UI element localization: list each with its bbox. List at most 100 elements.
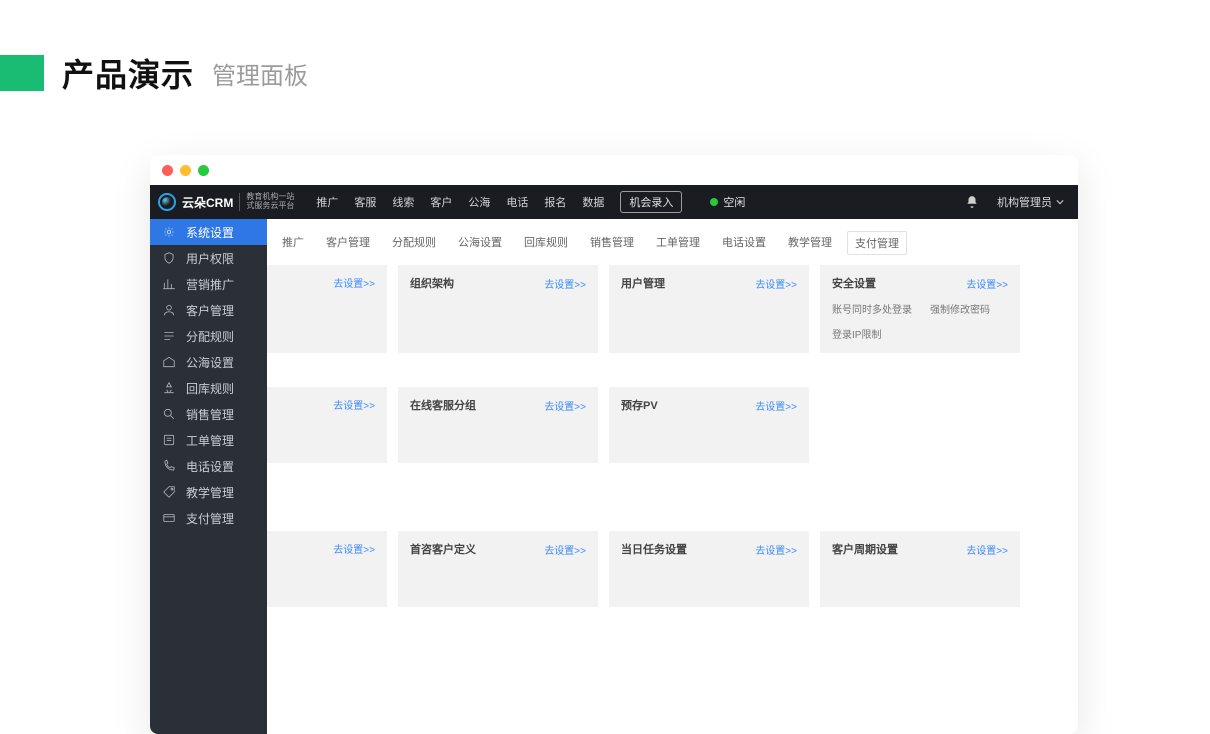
go-settings-link[interactable]: 去设置>>: [333, 397, 375, 412]
logo-text: 云朵CRM: [182, 194, 233, 211]
go-settings-link[interactable]: 去设置>>: [755, 398, 797, 413]
settings-card: 去设置>>: [267, 265, 387, 353]
sidebar-item-支付管理[interactable]: 支付管理: [150, 505, 267, 531]
tab-公海设置[interactable]: 公海设置: [451, 231, 509, 255]
bell-icon[interactable]: [965, 195, 979, 209]
pool-icon: [162, 355, 176, 369]
card-title: 客户周期设置: [832, 541, 898, 557]
pay-icon: [162, 511, 176, 525]
sidebar: 系统设置用户权限营销推广客户管理分配规则公海设置回库规则销售管理工单管理电话设置…: [150, 219, 267, 734]
sidebar-item-系统设置[interactable]: 系统设置: [150, 219, 267, 245]
go-settings-link[interactable]: 去设置>>: [966, 276, 1008, 291]
settings-card: 用户管理 去设置>>: [609, 265, 809, 353]
status-dot-icon: [710, 198, 718, 206]
settings-card: 客户周期设置 去设置>>: [820, 531, 1020, 607]
content: 推广客户管理分配规则公海设置回库规则销售管理工单管理电话设置教学管理支付管理 去…: [267, 219, 1078, 734]
tab-电话设置[interactable]: 电话设置: [715, 231, 773, 255]
go-settings-link[interactable]: 去设置>>: [544, 398, 586, 413]
sidebar-item-label: 用户权限: [186, 250, 234, 267]
nav-item[interactable]: 报名: [544, 194, 566, 210]
card-title: 在线客服分组: [410, 397, 476, 413]
nav-item[interactable]: 公海: [468, 194, 490, 210]
tabs-row: 推广客户管理分配规则公海设置回库规则销售管理工单管理电话设置教学管理支付管理: [267, 219, 1078, 265]
card-title: 用户管理: [621, 275, 665, 291]
chart-icon: [162, 277, 176, 291]
sidebar-item-label: 公海设置: [186, 354, 234, 371]
tag-icon: [162, 485, 176, 499]
logo-area: 云朵CRM 教育机构一站 式服务云平台: [150, 185, 302, 219]
go-settings-link[interactable]: 去设置>>: [544, 542, 586, 557]
sidebar-item-label: 教学管理: [186, 484, 234, 501]
record-entry-button[interactable]: 机会录入: [620, 191, 682, 213]
sidebar-item-电话设置[interactable]: 电话设置: [150, 453, 267, 479]
accent-block: [0, 55, 44, 91]
cards-row: 去设置>>首咨客户定义去设置>>当日任务设置去设置>>客户周期设置去设置>>: [267, 531, 1078, 607]
sidebar-item-销售管理[interactable]: 销售管理: [150, 401, 267, 427]
user-label: 机构管理员: [997, 194, 1052, 210]
topnav: 推广 客服 线索 客户 公海 电话 报名 数据: [316, 194, 604, 210]
go-settings-link[interactable]: 去设置>>: [333, 541, 375, 556]
ticket-icon: [162, 433, 176, 447]
nav-item[interactable]: 客户: [430, 194, 452, 210]
go-settings-link[interactable]: 去设置>>: [755, 276, 797, 291]
settings-card: 组织架构去设置>>: [398, 265, 598, 353]
rule-icon: [162, 329, 176, 343]
sidebar-item-教学管理[interactable]: 教学管理: [150, 479, 267, 505]
tab-教学管理[interactable]: 教学管理: [781, 231, 839, 255]
sidebar-item-label: 支付管理: [186, 510, 234, 527]
sidebar-item-营销推广[interactable]: 营销推广: [150, 271, 267, 297]
sidebar-item-公海设置[interactable]: 公海设置: [150, 349, 267, 375]
go-settings-link[interactable]: 去设置>>: [966, 542, 1008, 557]
nav-item[interactable]: 数据: [582, 194, 604, 210]
person-icon: [162, 303, 176, 317]
logo-icon: [158, 193, 176, 211]
minimize-dot[interactable]: [180, 165, 191, 176]
sidebar-item-label: 客户管理: [186, 302, 234, 319]
go-settings-link[interactable]: 去设置>>: [755, 542, 797, 557]
page-heading: 产品演示 管理面板: [0, 50, 308, 96]
sidebar-item-label: 营销推广: [186, 276, 234, 293]
card-title: 首咨客户定义: [410, 541, 476, 557]
sidebar-item-label: 回库规则: [186, 380, 234, 397]
settings-card: 安全设置去设置>>账号同时多处登录强制修改密码登录IP限制: [820, 265, 1020, 353]
status-indicator: 空闲: [710, 194, 745, 210]
go-settings-link[interactable]: 去设置>>: [544, 276, 586, 291]
tab-工单管理[interactable]: 工单管理: [649, 231, 707, 255]
tab-支付管理[interactable]: 支付管理: [847, 231, 907, 255]
nav-item[interactable]: 客服: [354, 194, 376, 210]
nav-item[interactable]: 推广: [316, 194, 338, 210]
logo-subtitle: 教育机构一站 式服务云平台: [239, 193, 294, 211]
sidebar-item-回库规则[interactable]: 回库规则: [150, 375, 267, 401]
card-body-item: 账号同时多处登录: [832, 301, 912, 316]
settings-card: 首咨客户定义 去设置>>: [398, 531, 598, 607]
nav-item[interactable]: 电话: [506, 194, 528, 210]
settings-card: 去设置>>: [267, 531, 387, 607]
nav-item[interactable]: 线索: [392, 194, 414, 210]
settings-icon: [162, 225, 176, 239]
status-text: 空闲: [723, 194, 745, 210]
close-dot[interactable]: [162, 165, 173, 176]
sales-icon: [162, 407, 176, 421]
sidebar-item-工单管理[interactable]: 工单管理: [150, 427, 267, 453]
tab-客户管理[interactable]: 客户管理: [319, 231, 377, 255]
page-title: 产品演示: [62, 50, 194, 96]
sidebar-item-label: 电话设置: [186, 458, 234, 475]
sidebar-item-label: 分配规则: [186, 328, 234, 345]
tab-销售管理[interactable]: 销售管理: [583, 231, 641, 255]
window-titlebar: [150, 155, 1078, 185]
tab-分配规则[interactable]: 分配规则: [385, 231, 443, 255]
cards-row: 去设置>>在线客服分组去设置>>预存PV去设置>>: [267, 387, 1078, 463]
card-title: 安全设置: [832, 275, 876, 291]
go-settings-link[interactable]: 去设置>>: [333, 275, 375, 290]
sidebar-item-分配规则[interactable]: 分配规则: [150, 323, 267, 349]
card-body-item: 登录IP限制: [832, 326, 881, 341]
sidebar-item-客户管理[interactable]: 客户管理: [150, 297, 267, 323]
app-window: 云朵CRM 教育机构一站 式服务云平台 推广 客服 线索 客户 公海 电话 报名…: [150, 155, 1078, 734]
maximize-dot[interactable]: [198, 165, 209, 176]
user-menu[interactable]: 机构管理员: [997, 194, 1064, 210]
sidebar-item-用户权限[interactable]: 用户权限: [150, 245, 267, 271]
tab-回库规则[interactable]: 回库规则: [517, 231, 575, 255]
phone-icon: [162, 459, 176, 473]
tab-推广[interactable]: 推广: [275, 231, 311, 255]
settings-card: 去设置>>: [267, 387, 387, 463]
